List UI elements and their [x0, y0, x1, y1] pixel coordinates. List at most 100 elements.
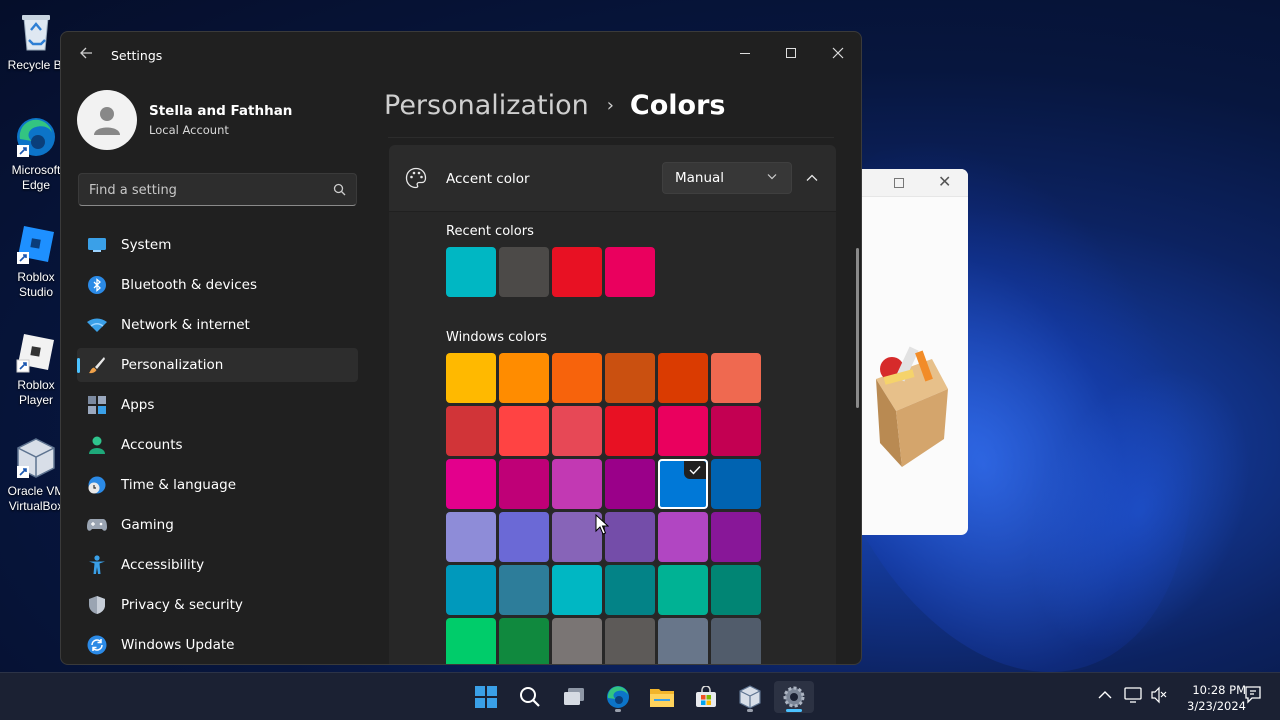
- color-swatch[interactable]: [711, 512, 761, 562]
- accent-color-row[interactable]: Accent color Manual: [389, 145, 836, 211]
- color-swatch[interactable]: [658, 406, 708, 456]
- sidebar-item-accounts[interactable]: Accounts: [77, 428, 358, 462]
- color-swatch[interactable]: [552, 353, 602, 403]
- close-button[interactable]: [818, 38, 858, 68]
- color-swatch[interactable]: [499, 618, 549, 664]
- bluetooth-icon: [87, 275, 107, 295]
- task-view-button[interactable]: [554, 681, 594, 713]
- color-swatch[interactable]: [446, 512, 496, 562]
- taskbar-store-button[interactable]: [686, 681, 726, 713]
- color-swatch[interactable]: [711, 406, 761, 456]
- system-clock[interactable]: 10:28 PM 3/23/2024: [1172, 682, 1246, 714]
- color-swatch[interactable]: [552, 565, 602, 615]
- color-swatch[interactable]: [499, 565, 549, 615]
- color-swatch[interactable]: [605, 406, 655, 456]
- color-swatch[interactable]: [552, 406, 602, 456]
- color-swatch[interactable]: [552, 247, 602, 297]
- user-profile[interactable]: Stella and Fathhan Local Account: [77, 89, 292, 151]
- windows-colors-row: [446, 565, 764, 615]
- background-window-titlebar[interactable]: ✕: [862, 169, 968, 197]
- color-swatch[interactable]: [605, 247, 655, 297]
- desktop-icon-label: Roblox Studio: [17, 270, 55, 299]
- accent-mode-dropdown[interactable]: Manual: [662, 162, 792, 194]
- sidebar-item-accessibility[interactable]: Accessibility: [77, 548, 358, 582]
- volume-muted-icon[interactable]: [1150, 685, 1168, 705]
- color-swatch[interactable]: [605, 618, 655, 664]
- desktop-icon-roblox-studio[interactable]: Roblox Studio: [4, 222, 68, 300]
- color-swatch[interactable]: [499, 353, 549, 403]
- color-swatch[interactable]: [446, 618, 496, 664]
- color-swatch[interactable]: [446, 565, 496, 615]
- sidebar-item-gaming[interactable]: Gaming: [77, 508, 358, 542]
- sidebar-item-time-language[interactable]: Time & language: [77, 468, 358, 502]
- color-swatch[interactable]: [499, 512, 549, 562]
- color-swatch[interactable]: [605, 565, 655, 615]
- color-swatch[interactable]: [658, 565, 708, 615]
- taskbar-edge-button[interactable]: [598, 681, 638, 713]
- show-hidden-icons-icon[interactable]: [1098, 685, 1112, 705]
- color-swatch[interactable]: [658, 512, 708, 562]
- desktop-icon-recycle-bin[interactable]: Recycle Bi: [4, 10, 68, 73]
- taskbar-file-explorer-button[interactable]: [642, 681, 682, 713]
- desktop-icon-virtualbox[interactable]: Oracle VM VirtualBox: [4, 436, 68, 514]
- network-icon[interactable]: [1124, 685, 1142, 705]
- toolbox-illustration: [876, 346, 948, 467]
- color-swatch[interactable]: [658, 618, 708, 664]
- scrollbar[interactable]: [856, 248, 859, 408]
- desktop-icon-label: Oracle VM VirtualBox: [7, 484, 65, 513]
- close-icon[interactable]: ✕: [938, 172, 951, 191]
- search-input[interactable]: [89, 180, 319, 200]
- system-icon: [87, 235, 107, 255]
- color-swatch[interactable]: [552, 618, 602, 664]
- accent-color-panel: Recent colors Windows colors: [389, 212, 836, 664]
- title-bar[interactable]: Settings: [61, 32, 861, 80]
- settings-window: Settings Stella and Fathhan Local Accoun…: [60, 31, 862, 665]
- maximize-button[interactable]: [771, 38, 811, 68]
- color-swatch[interactable]: [605, 353, 655, 403]
- sidebar-item-windows-update[interactable]: Windows Update: [77, 628, 358, 662]
- color-swatch[interactable]: [658, 353, 708, 403]
- taskbar-settings-button[interactable]: [774, 681, 814, 713]
- sidebar-item-network[interactable]: Network & internet: [77, 308, 358, 342]
- taskbar-search-button[interactable]: [510, 681, 550, 713]
- profile-account-type: Local Account: [149, 123, 229, 137]
- maximize-icon[interactable]: [894, 178, 904, 188]
- color-swatch[interactable]: [605, 459, 655, 509]
- sidebar-item-apps[interactable]: Apps: [77, 388, 358, 422]
- close-icon: [832, 47, 844, 59]
- desktop-icon-roblox-player[interactable]: Roblox Player: [4, 330, 68, 408]
- sidebar-item-privacy-security[interactable]: Privacy & security: [77, 588, 358, 622]
- notifications-icon[interactable]: [1244, 685, 1262, 705]
- color-swatch[interactable]: [711, 353, 761, 403]
- taskbar-virtualbox-button[interactable]: [730, 681, 770, 713]
- back-button[interactable]: [75, 44, 97, 66]
- color-swatch[interactable]: [446, 406, 496, 456]
- color-swatch[interactable]: [499, 247, 549, 297]
- minimize-button[interactable]: [725, 38, 765, 68]
- breadcrumb-parent[interactable]: Personalization: [384, 90, 589, 121]
- color-swatch[interactable]: [499, 459, 549, 509]
- start-button[interactable]: [466, 681, 506, 713]
- color-swatch[interactable]: [552, 459, 602, 509]
- roblox-studio-icon: [17, 226, 54, 264]
- color-swatch[interactable]: [446, 247, 496, 297]
- color-swatch[interactable]: [446, 353, 496, 403]
- sidebar-item-label: Gaming: [121, 517, 174, 533]
- task-view-icon: [564, 688, 584, 705]
- sidebar-item-personalization[interactable]: Personalization: [77, 348, 358, 382]
- color-swatch[interactable]: [605, 512, 655, 562]
- color-swatch[interactable]: [499, 406, 549, 456]
- sidebar-item-bluetooth[interactable]: Bluetooth & devices: [77, 268, 358, 302]
- desktop-icon-edge[interactable]: Microsoft Edge: [4, 115, 68, 193]
- color-swatch[interactable]: [711, 618, 761, 664]
- color-swatch[interactable]: [711, 565, 761, 615]
- color-swatch[interactable]: [658, 459, 708, 509]
- search-box[interactable]: [78, 173, 357, 206]
- sidebar-item-system[interactable]: System: [77, 228, 358, 262]
- collapse-button[interactable]: [799, 166, 825, 190]
- window-title: Settings: [111, 48, 163, 63]
- search-icon[interactable]: [333, 183, 346, 196]
- background-window[interactable]: ✕: [862, 169, 968, 535]
- color-swatch[interactable]: [446, 459, 496, 509]
- color-swatch[interactable]: [711, 459, 761, 509]
